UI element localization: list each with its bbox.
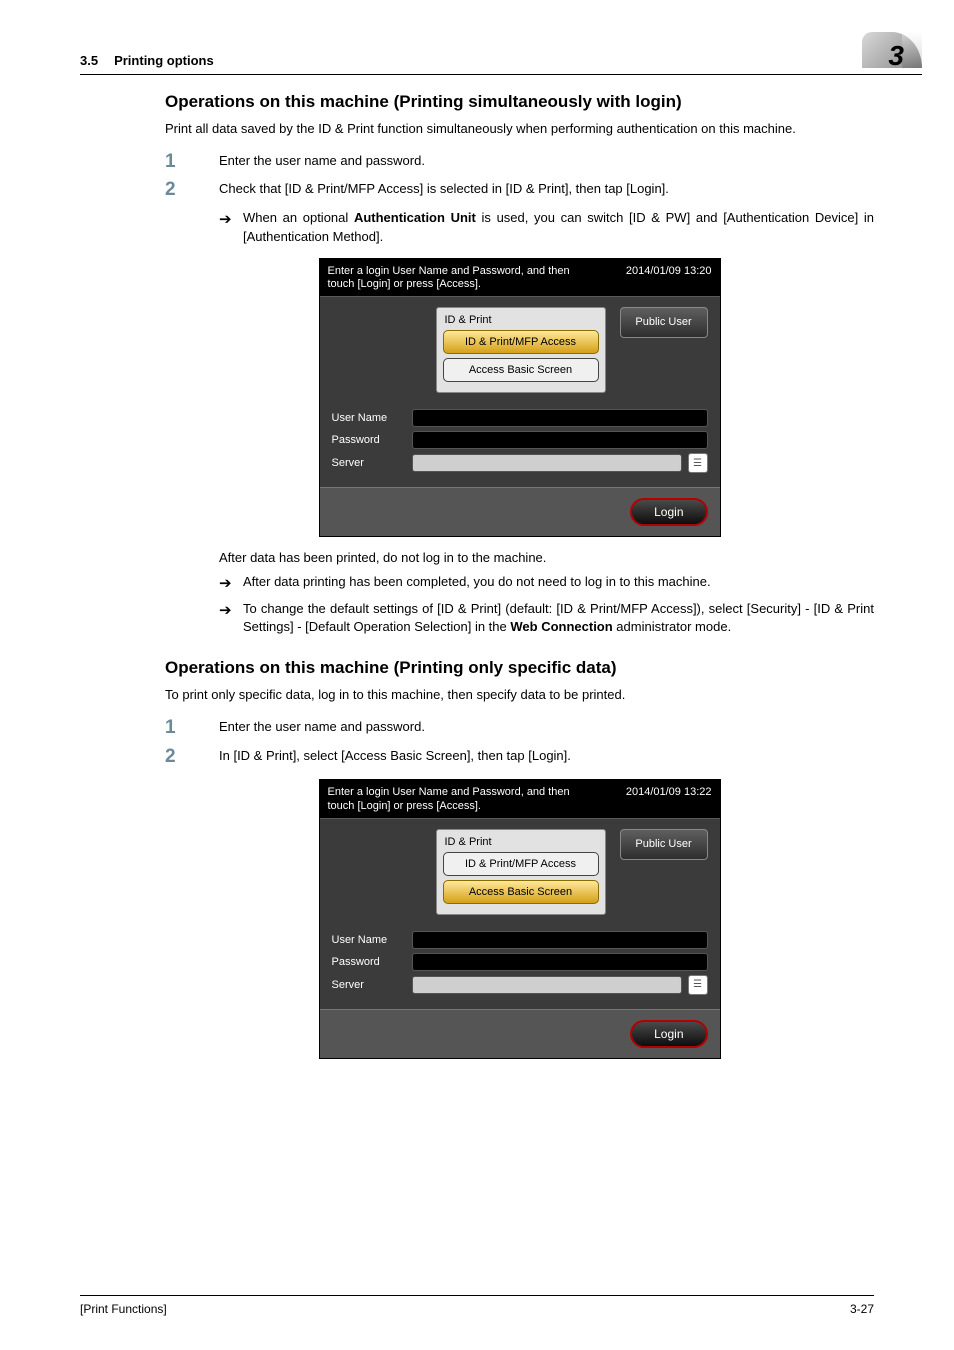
- step-number: 1: [165, 718, 219, 739]
- label-server: Server: [332, 979, 412, 991]
- section-number: 3.5: [80, 53, 98, 68]
- step-1a: 1 Enter the user name and password.: [165, 152, 874, 173]
- option-id-print-mfp-access[interactable]: ID & Print/MFP Access: [443, 330, 599, 354]
- public-user-button[interactable]: Public User: [620, 307, 708, 338]
- step-2a: 2 Check that [ID & Print/MFP Access] is …: [165, 180, 874, 201]
- public-user-button[interactable]: Public User: [620, 829, 708, 860]
- panel-fields: User Name Password Server ☰: [320, 925, 720, 1009]
- panel-prompt: Enter a login User Name and Password, an…: [328, 265, 588, 293]
- text-run: administrator mode.: [613, 619, 732, 634]
- login-button[interactable]: Login: [630, 1020, 707, 1048]
- sub-text: After data printing has been completed, …: [243, 573, 874, 594]
- option-access-basic-screen[interactable]: Access Basic Screen: [443, 880, 599, 904]
- panel-timestamp: 2014/01/09 13:20: [626, 265, 712, 293]
- step-text: Check that [ID & Print/MFP Access] is se…: [219, 180, 874, 201]
- panel-fields: User Name Password Server ☰: [320, 403, 720, 487]
- page-footer: [Print Functions] 3-27: [80, 1295, 874, 1316]
- chapter-number: 3: [888, 40, 904, 72]
- heading-sim-login: Operations on this machine (Printing sim…: [165, 92, 874, 112]
- footer-doc-title: [Print Functions]: [80, 1302, 167, 1316]
- field-server: Server ☰: [332, 975, 708, 995]
- panel-mid: ID & Print ID & Print/MFP Access Access …: [320, 819, 720, 925]
- field-password: Password: [332, 953, 708, 971]
- field-password: Password: [332, 431, 708, 449]
- text-bold: Authentication Unit: [354, 210, 476, 225]
- option-id-print-mfp-access[interactable]: ID & Print/MFP Access: [443, 852, 599, 876]
- panel-timestamp: 2014/01/09 13:22: [626, 786, 712, 814]
- footer-page-number: 3-27: [850, 1302, 874, 1316]
- label-username: User Name: [332, 412, 412, 424]
- step-text: Enter the user name and password.: [219, 152, 874, 173]
- text-run: When an optional: [243, 210, 354, 225]
- step-number: 2: [165, 180, 219, 201]
- heading-specific-data: Operations on this machine (Printing onl…: [165, 658, 874, 678]
- option-access-basic-screen[interactable]: Access Basic Screen: [443, 358, 599, 382]
- after-sub-2: ➔ To change the default settings of [ID …: [219, 600, 874, 636]
- label-password: Password: [332, 434, 412, 446]
- panel-top: Enter a login User Name and Password, an…: [320, 259, 720, 297]
- step-2b: 2 In [ID & Print], select [Access Basic …: [165, 747, 874, 768]
- step-1b: 1 Enter the user name and password.: [165, 718, 874, 739]
- arrow-icon: ➔: [219, 573, 243, 594]
- panel-bottom: Login: [320, 1009, 720, 1058]
- input-username[interactable]: [412, 931, 708, 949]
- id-print-options: ID & Print ID & Print/MFP Access Access …: [436, 829, 606, 915]
- intro-sim-login: Print all data saved by the ID & Print f…: [165, 120, 874, 138]
- step-sub-text: When an optional Authentication Unit is …: [243, 209, 874, 245]
- step-number: 1: [165, 152, 219, 173]
- section-label: 3.5 Printing options: [80, 53, 214, 68]
- panel-top: Enter a login User Name and Password, an…: [320, 780, 720, 818]
- mfp-panel-1: Enter a login User Name and Password, an…: [319, 258, 721, 538]
- list-icon[interactable]: ☰: [688, 975, 708, 995]
- login-button[interactable]: Login: [630, 498, 707, 526]
- panel-bottom: Login: [320, 487, 720, 536]
- step-text: Enter the user name and password.: [219, 718, 874, 739]
- section-title: Printing options: [114, 53, 214, 68]
- label-password: Password: [332, 956, 412, 968]
- field-username: User Name: [332, 409, 708, 427]
- list-icon[interactable]: ☰: [688, 453, 708, 473]
- label-username: User Name: [332, 934, 412, 946]
- field-username: User Name: [332, 931, 708, 949]
- input-password[interactable]: [412, 953, 708, 971]
- chapter-tab: 3: [862, 32, 922, 68]
- options-title: ID & Print: [445, 836, 597, 848]
- text-bold: Web Connection: [510, 619, 612, 634]
- input-server[interactable]: [412, 976, 682, 994]
- arrow-icon: ➔: [219, 209, 243, 245]
- panel-prompt: Enter a login User Name and Password, an…: [328, 786, 588, 814]
- step-number: 2: [165, 747, 219, 768]
- field-server: Server ☰: [332, 453, 708, 473]
- options-title: ID & Print: [445, 314, 597, 326]
- step-text: In [ID & Print], select [Access Basic Sc…: [219, 747, 874, 768]
- step-2a-sub: ➔ When an optional Authentication Unit i…: [219, 209, 874, 245]
- input-password[interactable]: [412, 431, 708, 449]
- page-header: 3.5 Printing options 3: [80, 32, 922, 75]
- input-server[interactable]: [412, 454, 682, 472]
- intro-specific-data: To print only specific data, log in to t…: [165, 686, 874, 704]
- sub-text: To change the default settings of [ID & …: [243, 600, 874, 636]
- after-sub-1: ➔ After data printing has been completed…: [219, 573, 874, 594]
- panel-mid: ID & Print ID & Print/MFP Access Access …: [320, 297, 720, 403]
- id-print-options: ID & Print ID & Print/MFP Access Access …: [436, 307, 606, 393]
- input-username[interactable]: [412, 409, 708, 427]
- after-print-note: After data has been printed, do not log …: [219, 549, 874, 567]
- mfp-panel-2: Enter a login User Name and Password, an…: [319, 779, 721, 1059]
- label-server: Server: [332, 457, 412, 469]
- arrow-icon: ➔: [219, 600, 243, 636]
